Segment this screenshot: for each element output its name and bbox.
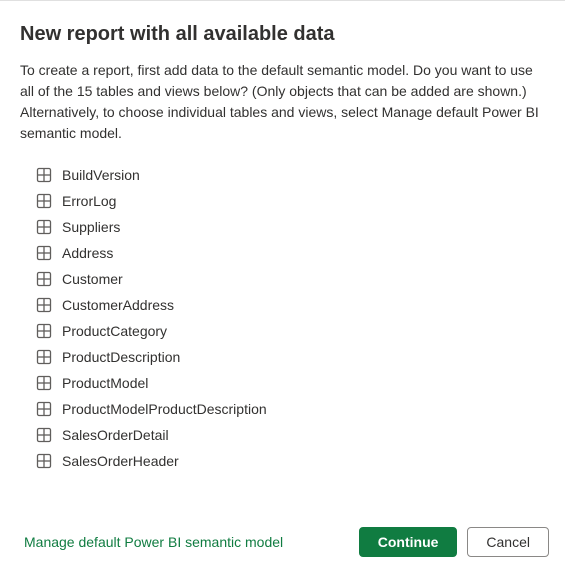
table-icon [36,297,52,313]
new-report-dialog: New report with all available data To cr… [0,1,565,571]
table-icon [36,375,52,391]
table-icon [36,427,52,443]
table-row: SalesOrderHeader [36,448,545,474]
table-row: Suppliers [36,214,545,240]
table-label: ProductCategory [62,323,167,339]
table-list: BuildVersion ErrorLog Suppliers [20,162,545,474]
table-icon [36,245,52,261]
dialog-description: To create a report, first add data to th… [20,60,545,144]
dialog-title: New report with all available data [0,1,565,60]
table-label: ProductModelProductDescription [62,401,267,417]
table-label: ProductModel [62,375,148,391]
manage-default-model-link[interactable]: Manage default Power BI semantic model [24,534,349,550]
table-label: SalesOrderDetail [62,427,169,443]
table-row: SalesOrderDetail [36,422,545,448]
table-icon [36,401,52,417]
table-row: ProductCategory [36,318,545,344]
cancel-button[interactable]: Cancel [467,527,549,557]
table-row: ProductModelProductDescription [36,396,545,422]
table-icon [36,219,52,235]
table-label: CustomerAddress [62,297,174,313]
table-row: BuildVersion [36,162,545,188]
table-row: ErrorLog [36,188,545,214]
table-icon [36,271,52,287]
table-label: BuildVersion [62,167,140,183]
table-icon [36,193,52,209]
dialog-footer: Manage default Power BI semantic model C… [0,513,565,571]
table-label: Address [62,245,113,261]
table-label: Customer [62,271,123,287]
table-icon [36,453,52,469]
table-icon [36,167,52,183]
continue-button[interactable]: Continue [359,527,458,557]
table-icon [36,349,52,365]
table-label: ErrorLog [62,193,116,209]
table-label: Suppliers [62,219,120,235]
table-row: ProductDescription [36,344,545,370]
table-icon [36,323,52,339]
table-row: CustomerAddress [36,292,545,318]
table-row: Address [36,240,545,266]
content-scroll[interactable]: To create a report, first add data to th… [0,60,565,513]
table-row: Customer [36,266,545,292]
table-label: ProductDescription [62,349,180,365]
table-label: SalesOrderHeader [62,453,179,469]
table-row: ProductModel [36,370,545,396]
